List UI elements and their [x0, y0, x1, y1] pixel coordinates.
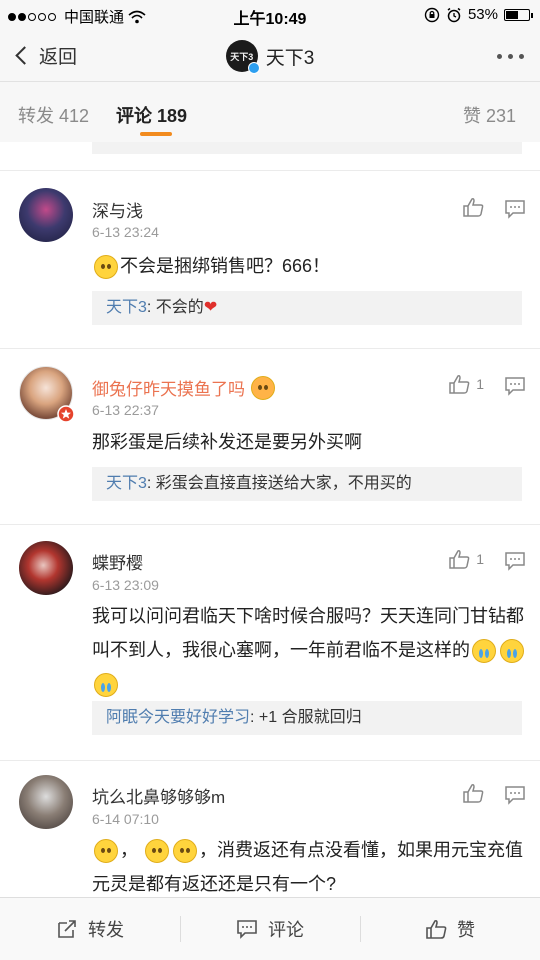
heart-icon: ❤: [203, 299, 218, 316]
like-button[interactable]: 1: [448, 374, 484, 394]
tab-comments[interactable]: 评论 189: [116, 102, 187, 128]
comment-text: 不会是捆绑销售吧？666！: [92, 249, 532, 283]
comment-text: 我可以问问君临天下啥时候合服吗？天天连同门甘钻都叫不到人，我很心塞啊，一年前君临…: [92, 599, 530, 701]
comment-button[interactable]: 评论: [180, 898, 360, 960]
reply-author[interactable]: 天下3: [106, 299, 147, 316]
thumbs-up-icon[interactable]: [462, 197, 484, 217]
logo-text: 天下3: [230, 51, 254, 62]
like-button[interactable]: 1: [448, 549, 484, 569]
comment-time: 6-14 07:10: [92, 811, 159, 827]
comment-bubble-icon[interactable]: [504, 551, 526, 571]
reply-box[interactable]: 天下3: 彩蛋会直接直接送给大家，不用买的: [92, 467, 522, 501]
comment-bubble-icon[interactable]: [504, 785, 526, 805]
avatar[interactable]: [19, 188, 73, 242]
tab-likes[interactable]: 赞 231: [463, 102, 516, 128]
reply-box[interactable]: 阿眠今天要好好学习: +1 合服就回归: [92, 701, 522, 735]
more-icon[interactable]: [497, 54, 524, 59]
tab-repost-label: 转发: [18, 106, 54, 126]
nav-bar: 返回 天下3 天下3: [0, 30, 540, 82]
like-count: 1: [476, 551, 484, 567]
orientation-lock-icon: [424, 7, 440, 22]
comment-item: 深与浅 6-13 23:24 不会是捆绑销售吧？666！ 天下3: 不会的❤: [0, 170, 540, 348]
reply-text: : 不会的: [146, 299, 204, 316]
vip-badge-icon: [57, 405, 75, 423]
crying-emoji-icon: [94, 673, 118, 698]
comment-label: 评论: [268, 920, 304, 940]
comment-author[interactable]: 蝶野樱: [92, 549, 143, 574]
crying-emoji-icon: [500, 639, 524, 664]
repost-icon: [58, 920, 76, 938]
tab-repost[interactable]: 转发 412: [18, 102, 89, 128]
comment-item: 御兔仔昨天摸鱼了吗 6-13 22:37 1 那彩蛋是后续补发还是要另外买啊 天…: [0, 348, 540, 524]
alarm-icon: [447, 7, 461, 22]
repost-button[interactable]: 转发: [0, 898, 180, 960]
like-label: 赞: [457, 920, 475, 940]
comment-text: 那彩蛋是后续补发还是要另外买啊: [92, 432, 362, 452]
comment-feed[interactable]: 深与浅 6-13 23:24 不会是捆绑销售吧？666！ 天下3: 不会的❤ 御…: [0, 142, 540, 897]
comment-bubble-icon: [237, 920, 257, 939]
status-bar: 中国联通 上午10:49 53%: [0, 0, 540, 30]
tab-likes-label: 赞: [463, 106, 481, 126]
active-tab-indicator: [140, 132, 172, 136]
tab-likes-count: 231: [486, 106, 517, 126]
bottom-toolbar: 转发 评论 赞: [0, 897, 540, 960]
account-logo: 天下3: [225, 40, 260, 74]
reply-text: : +1 合服就回归: [250, 709, 362, 726]
reply-box[interactable]: 天下3: 不会的❤: [92, 291, 522, 325]
thumbs-up-icon: [426, 919, 447, 939]
rolling-eyes-emoji-icon: [173, 839, 198, 864]
comment-author[interactable]: 坑么北鼻够够够m: [92, 783, 225, 808]
comment-text: ， ，消费返还有点没看懂，如果用元宝充值元灵是都有返还还是只有一个?: [92, 839, 524, 894]
like-button-main[interactable]: 赞: [360, 898, 540, 960]
comment-time: 6-13 22:37: [92, 402, 159, 418]
crying-emoji-icon: [472, 639, 496, 664]
comment-time: 6-13 23:24: [92, 224, 159, 240]
tab-bar: 转发 412 评论 189 赞 231: [0, 82, 540, 142]
tab-repost-count: 412: [59, 106, 90, 126]
comment-bubble-icon[interactable]: [504, 376, 526, 396]
thumbs-up-icon: [449, 550, 470, 569]
battery-percent: 53%: [467, 6, 498, 23]
previous-reply-box: [92, 142, 522, 154]
rolling-eyes-emoji-icon: [94, 839, 118, 864]
battery-icon: [504, 8, 533, 21]
like-count: 1: [476, 376, 484, 392]
comment-item: 坑么北鼻够够够m 6-14 07:10 ， ，消费返还有点没看懂，如果用元宝充值…: [0, 760, 540, 897]
avatar[interactable]: [19, 775, 73, 829]
verified-badge-icon: [247, 62, 260, 74]
reply-text: : 彩蛋会直接直接送给大家，不用买的: [146, 475, 412, 492]
avatar[interactable]: [19, 541, 73, 595]
comment-item: 蝶野樱 6-13 23:09 1 我可以问问君临天下啥时候合服吗？天天连同门甘钻…: [0, 524, 540, 760]
status-right: 53%: [424, 6, 533, 23]
comment-time: 6-13 23:09: [92, 577, 159, 593]
rolling-eyes-emoji-icon: [145, 839, 170, 864]
comment-author[interactable]: 深与浅: [92, 197, 143, 222]
tab-comments-label: 评论: [116, 106, 152, 126]
thinking-emoji-icon: [94, 255, 118, 280]
reply-author[interactable]: 天下3: [106, 475, 147, 492]
repost-label: 转发: [88, 920, 124, 940]
nav-title-group[interactable]: 天下3 天下3: [0, 40, 540, 74]
thumbs-up-icon[interactable]: [462, 783, 484, 803]
page-title: 天下3: [265, 47, 315, 69]
reply-author[interactable]: 阿眠今天要好好学习: [106, 709, 250, 726]
comment-bubble-icon[interactable]: [504, 199, 526, 219]
comment-author[interactable]: 御兔仔昨天摸鱼了吗: [92, 375, 277, 400]
tab-comments-count: 189: [157, 106, 188, 126]
thumbs-up-icon: [449, 375, 470, 394]
heart-eyes-emoji-icon: [251, 375, 275, 400]
